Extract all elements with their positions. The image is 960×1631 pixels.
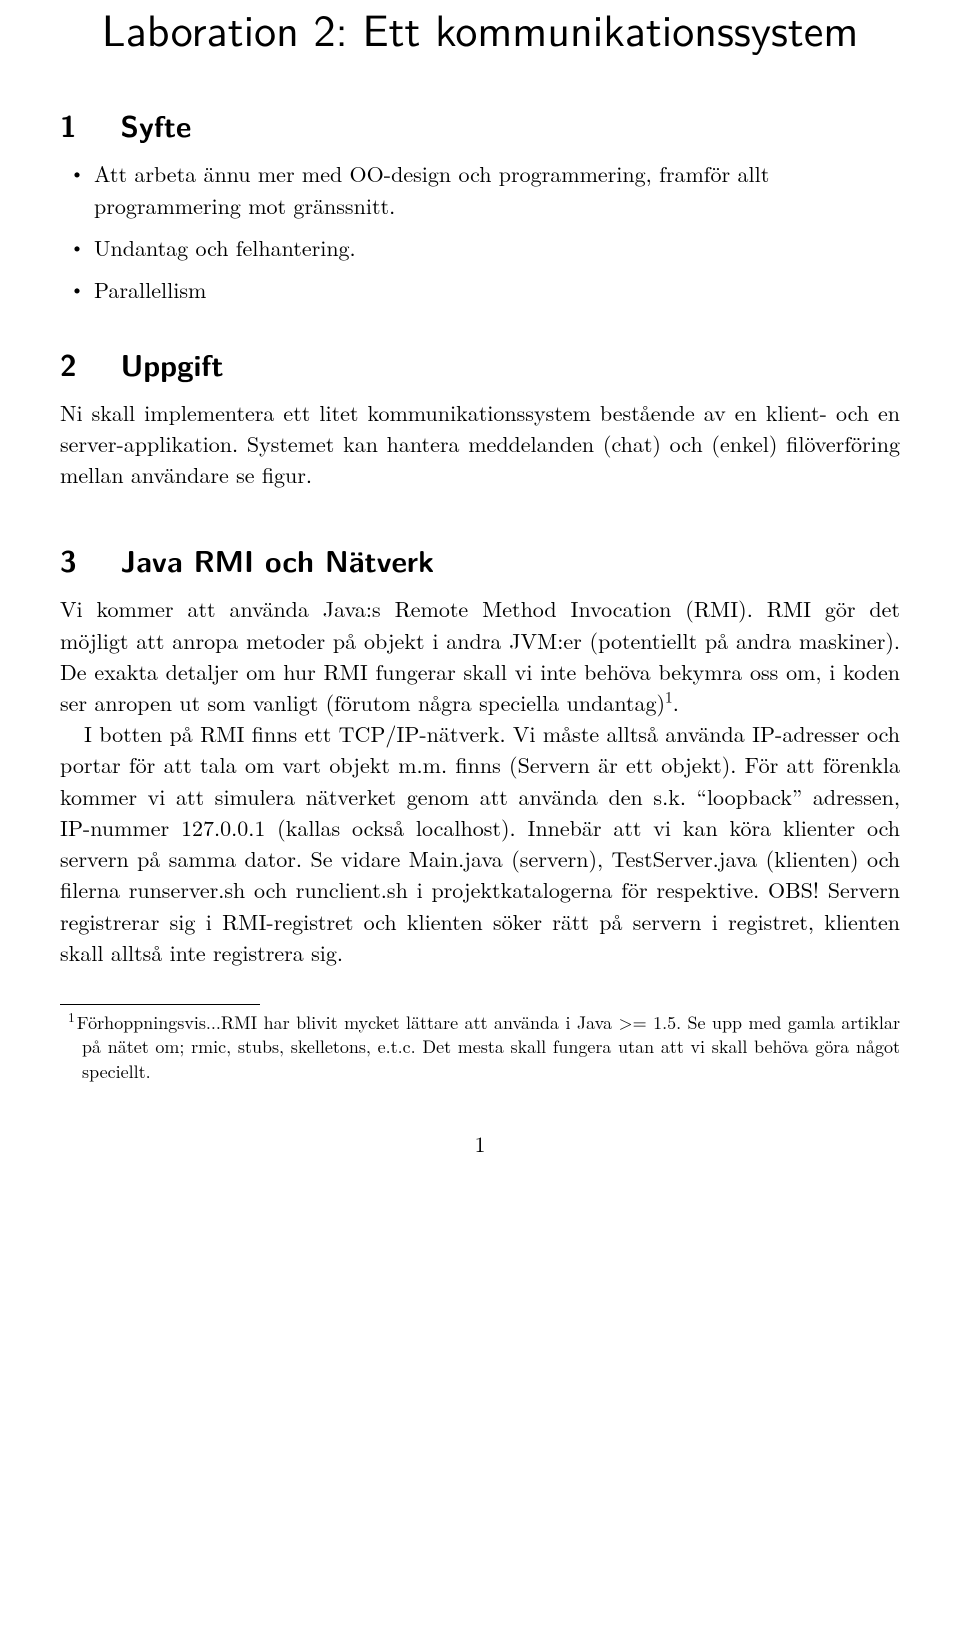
section-java-rmi: 3 Java RMI och Nätverk Vi kommer att anv…	[60, 538, 900, 968]
document-title: Laboration 2: Ett kommunikationssystem	[60, 0, 900, 55]
paragraph-uppgift: Ni skall implementera ett litet kommunik…	[60, 397, 900, 491]
list-item: Att arbeta ännu mer med OO-design och pr…	[94, 158, 900, 222]
list-item: Undantag och felhantering.	[94, 232, 900, 264]
list-item: Parallellism	[94, 274, 900, 306]
section-heading-text: Uppgift	[121, 342, 224, 385]
section-number: 2	[60, 342, 77, 385]
section-heading-syfte: 1 Syfte	[60, 103, 900, 146]
paragraph-rmi-2: I botten på RMI finns ett TCP/IP-nätverk…	[60, 718, 900, 968]
section-heading-text: Syfte	[121, 103, 192, 146]
footnote: 1Förhoppningsvis...RMI har blivit mycket…	[60, 1011, 900, 1084]
section-heading-uppgift: 2 Uppgift	[60, 342, 900, 385]
paragraph-rmi-1: Vi kommer att använda Java:s Remote Meth…	[60, 593, 900, 718]
section-heading-text: Java RMI och Nätverk	[121, 538, 435, 581]
bullet-list-syfte: Att arbeta ännu mer med OO-design och pr…	[60, 158, 900, 306]
footnote-ref: 1	[665, 687, 673, 708]
page-number: 1	[60, 1128, 900, 1159]
section-uppgift: 2 Uppgift Ni skall implementera ett lite…	[60, 342, 900, 491]
section-syfte: 1 Syfte Att arbeta ännu mer med OO-desig…	[60, 103, 900, 306]
section-number: 1	[60, 103, 77, 146]
section-number: 3	[60, 538, 77, 581]
section-heading-java-rmi: 3 Java RMI och Nätverk	[60, 538, 900, 581]
footnote-text: Förhoppningsvis...RMI har blivit mycket …	[77, 1010, 900, 1084]
footnote-separator	[60, 1004, 260, 1005]
footnote-marker: 1	[68, 1007, 75, 1026]
